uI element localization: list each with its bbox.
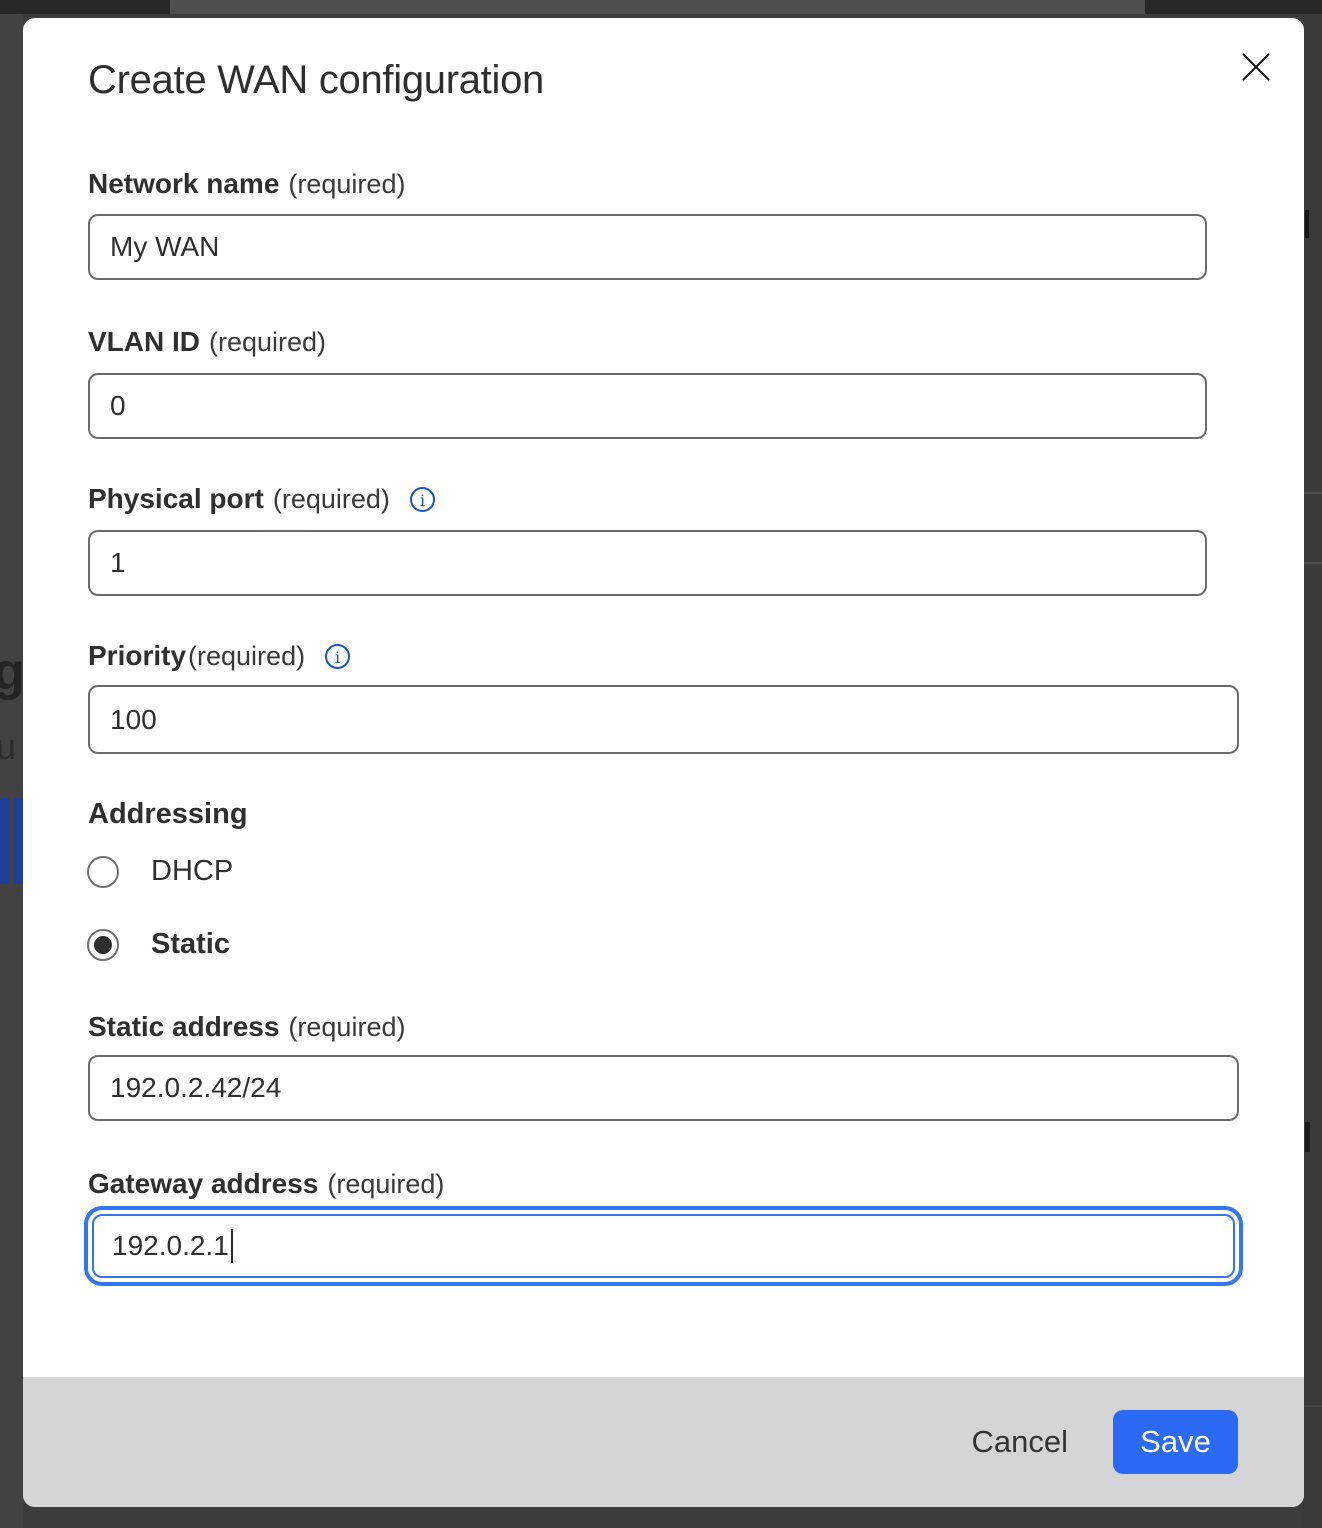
required-hint: (required) xyxy=(288,169,405,200)
background-blue-button-fragment xyxy=(14,798,23,884)
overlay-top-band xyxy=(170,0,1145,14)
required-hint: (required) xyxy=(273,484,390,515)
radio-static-label[interactable]: Static xyxy=(151,928,230,961)
radio-dhcp-label[interactable]: DHCP xyxy=(151,855,233,888)
close-button[interactable] xyxy=(1228,40,1284,96)
dialog-footer: Cancel Save xyxy=(23,1377,1304,1507)
static-address-label: Static address xyxy=(88,1011,279,1043)
network-name-input[interactable] xyxy=(88,214,1207,280)
close-icon xyxy=(1240,51,1272,86)
vlan-id-input[interactable] xyxy=(88,373,1207,439)
static-address-input[interactable] xyxy=(88,1055,1239,1121)
gateway-address-label-row: Gateway address (required) xyxy=(88,1168,444,1200)
priority-label-row: Priority (required) i xyxy=(88,640,351,672)
radio-dhcp[interactable]: DHCP xyxy=(87,855,233,888)
required-hint: (required) xyxy=(327,1169,444,1200)
text-cursor xyxy=(231,1229,233,1263)
radio-dot xyxy=(94,936,112,954)
vlan-id-label-row: VLAN ID (required) xyxy=(88,326,326,358)
background-table-line xyxy=(1303,1405,1322,1407)
physical-port-label-row: Physical port (required) i xyxy=(88,483,436,515)
required-hint: (required) xyxy=(209,327,326,358)
info-icon[interactable]: i xyxy=(409,486,436,513)
gateway-address-label: Gateway address xyxy=(88,1168,318,1200)
physical-port-label: Physical port xyxy=(88,483,264,515)
svg-text:i: i xyxy=(335,648,340,667)
vlan-id-label: VLAN ID xyxy=(88,326,200,358)
network-name-label-row: Network name (required) xyxy=(88,168,405,200)
addressing-label: Addressing xyxy=(88,798,248,831)
background-table-line xyxy=(1303,492,1322,494)
background-text-fragment xyxy=(1305,1122,1310,1152)
info-icon[interactable]: i xyxy=(324,643,351,670)
background-text-fragment xyxy=(1305,210,1309,238)
create-wan-dialog: Create WAN configuration Network name (r… xyxy=(23,18,1304,1507)
required-hint: (required) xyxy=(288,1012,405,1043)
radio-static[interactable]: Static xyxy=(87,928,230,961)
physical-port-input[interactable] xyxy=(88,530,1207,596)
save-button[interactable]: Save xyxy=(1113,1410,1238,1474)
svg-text:i: i xyxy=(420,491,425,510)
background-text-fragment: u xyxy=(0,726,16,768)
static-address-label-row: Static address (required) xyxy=(88,1011,405,1043)
overlay-right-strip xyxy=(1303,14,1322,1528)
overlay-left-strip xyxy=(0,14,23,1528)
cancel-button[interactable]: Cancel xyxy=(972,1424,1069,1460)
required-hint: (required) xyxy=(188,641,305,672)
gateway-address-input[interactable]: 192.0.2.1 xyxy=(92,1214,1235,1278)
priority-label: Priority xyxy=(88,640,186,672)
gateway-address-value: 192.0.2.1 xyxy=(112,1230,229,1262)
network-name-label: Network name xyxy=(88,168,279,200)
radio-selected-icon[interactable] xyxy=(87,929,119,961)
dialog-title: Create WAN configuration xyxy=(88,58,544,103)
priority-input[interactable] xyxy=(88,685,1239,754)
background-blue-button-fragment xyxy=(0,798,9,884)
background-table-line xyxy=(1303,562,1322,564)
background-text-fragment: g xyxy=(0,642,25,702)
radio-unselected-icon[interactable] xyxy=(87,856,119,888)
